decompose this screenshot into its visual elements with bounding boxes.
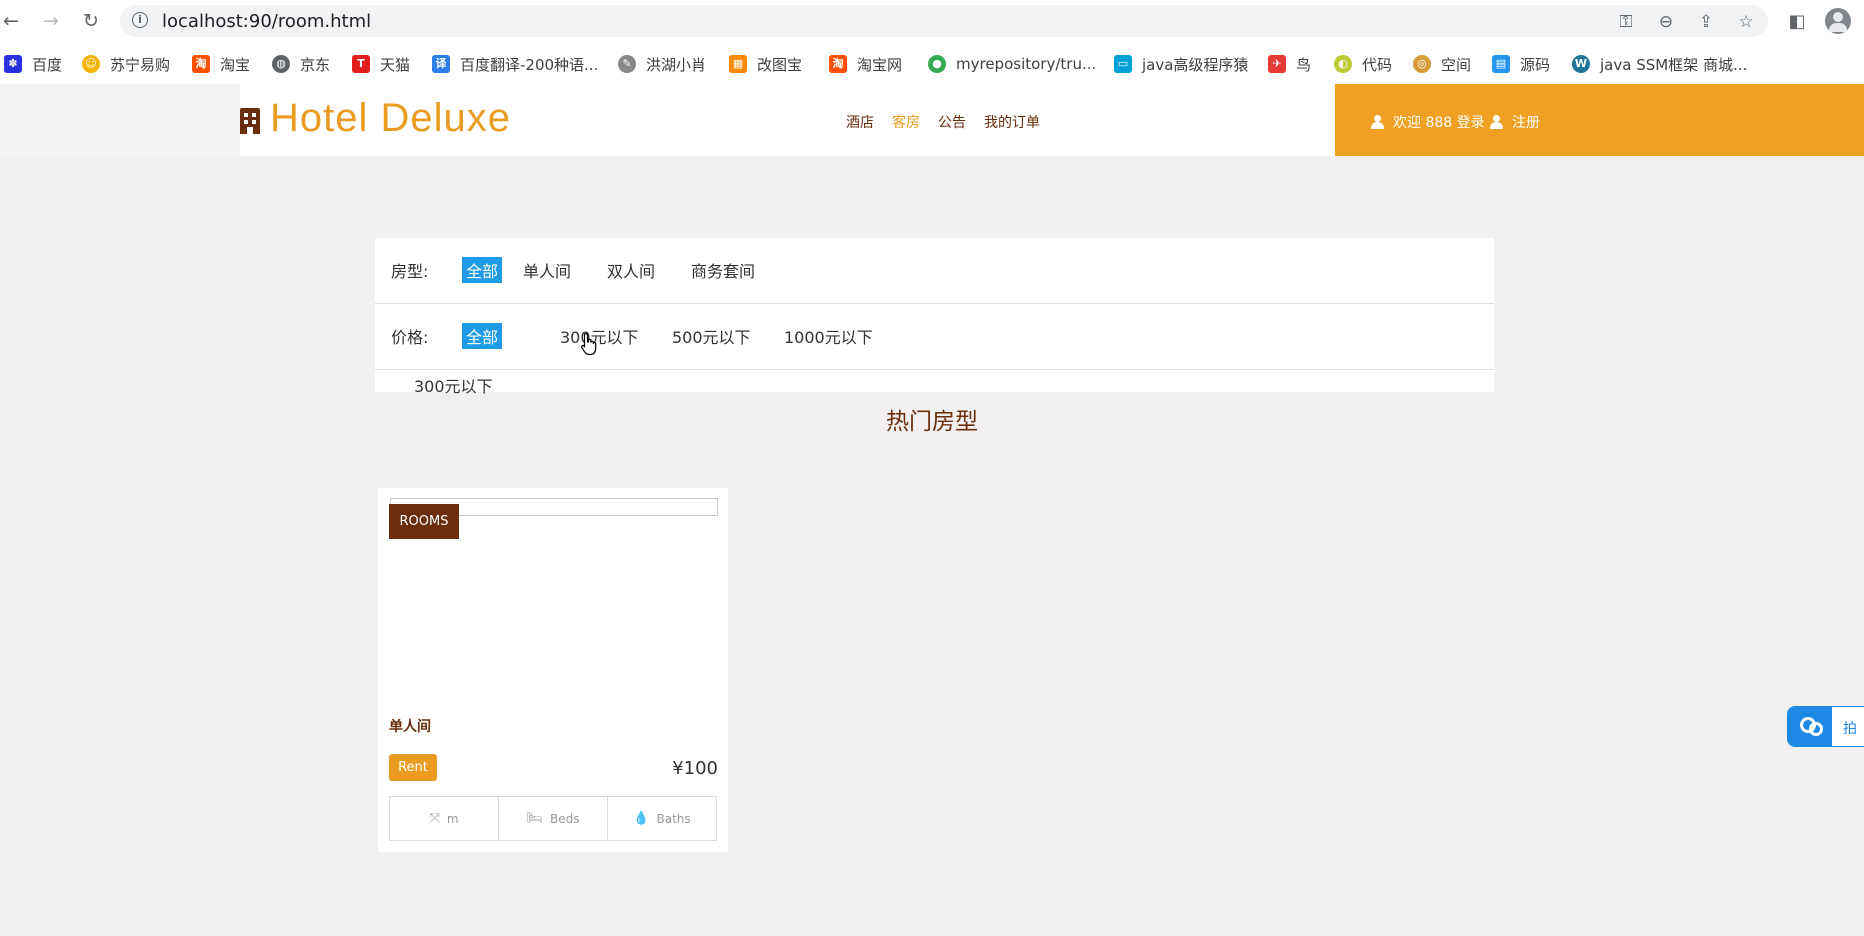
user-icon bbox=[1371, 115, 1384, 129]
hummingbird-icon: ✈ bbox=[1268, 55, 1286, 73]
wordpress-icon: W bbox=[1572, 55, 1590, 73]
price-option-300[interactable]: 300元以下 bbox=[560, 324, 639, 348]
star-bookmark-icon[interactable]: ☆ bbox=[1735, 11, 1757, 33]
address-url[interactable]: localhost:90/room.html bbox=[162, 11, 371, 32]
price-filter: 价格: 全部 300元以下 500元以下 1000元以下 bbox=[375, 304, 1494, 370]
taobao-icon: 淘 bbox=[192, 55, 210, 73]
price-option-500[interactable]: 500元以下 bbox=[672, 324, 751, 348]
key-icon[interactable]: ⚿ bbox=[1615, 11, 1637, 33]
bookmark-item[interactable]: Wjava SSM框架 商城... bbox=[1572, 53, 1747, 75]
bird-icon: ✎ bbox=[618, 55, 636, 73]
profile-avatar-icon[interactable] bbox=[1825, 8, 1851, 34]
room-type-option-single[interactable]: 单人间 bbox=[523, 258, 571, 282]
leaf-icon: ◐ bbox=[1334, 55, 1352, 73]
price-option-1000[interactable]: 1000元以下 bbox=[784, 324, 873, 348]
chrome-icon: ● bbox=[928, 55, 946, 73]
rent-button[interactable]: Rent bbox=[389, 754, 437, 781]
suning-lion-icon: ☺ bbox=[82, 55, 100, 73]
bookmark-item[interactable]: ✎ 洪湖小肖 bbox=[618, 53, 706, 75]
bookmark-item[interactable]: ▭ java高级程序猿 bbox=[1114, 53, 1248, 75]
bookmark-item[interactable]: ◍ 京东 bbox=[272, 53, 330, 75]
floating-side-widget[interactable]: 拍 bbox=[1787, 706, 1864, 747]
reload-icon[interactable]: ↻ bbox=[80, 10, 102, 32]
filter-result: 300元以下 bbox=[375, 370, 1494, 396]
room-type-label: 房型: bbox=[391, 262, 429, 281]
nav-notice[interactable]: 公告 bbox=[938, 112, 966, 132]
bed-icon: 🛏 bbox=[526, 811, 544, 826]
meta-area: ⤧ m bbox=[390, 797, 499, 840]
baidu-paw-icon: ✽ bbox=[4, 55, 22, 73]
bookmark-item[interactable]: ◎ 空间 bbox=[1413, 53, 1471, 75]
side-widget-text: 拍 bbox=[1843, 721, 1857, 737]
section-title: 热门房型 bbox=[886, 409, 978, 435]
space-icon: ◎ bbox=[1413, 55, 1431, 73]
header-left-spacer bbox=[0, 84, 240, 156]
translate-icon: 译 bbox=[432, 55, 450, 73]
nav-hotel[interactable]: 酒店 bbox=[846, 112, 874, 132]
bookmark-item[interactable]: ▤ 源码 bbox=[1492, 53, 1550, 75]
main-nav: 酒店 客房 公告 我的订单 bbox=[846, 112, 1058, 132]
bookmarks-bar: ✽ 百度 ☺ 苏宁易购 淘淘宝 ◍ 京东 T 天猫 译百度翻译-200种语... ✎ 洪湖… bbox=[0, 43, 1864, 85]
hand-pointer-icon bbox=[580, 332, 597, 356]
back-arrow-icon[interactable]: ← bbox=[0, 10, 22, 32]
bookmark-item[interactable]: T 天猫 bbox=[352, 53, 410, 75]
room-price: ¥100 bbox=[672, 758, 718, 779]
bookmark-item[interactable]: ◐ 代码 bbox=[1334, 53, 1392, 75]
room-name[interactable]: 单人间 bbox=[389, 716, 431, 736]
nav-my-orders[interactable]: 我的订单 bbox=[984, 112, 1040, 132]
user-icon bbox=[1490, 115, 1503, 129]
room-type-option-double[interactable]: 双人间 bbox=[607, 258, 655, 282]
bilibili-icon: ▭ bbox=[1114, 55, 1132, 73]
share-icon[interactable]: ⇪ bbox=[1695, 11, 1717, 33]
room-type-option-suite[interactable]: 商务套间 bbox=[691, 258, 755, 282]
address-bar[interactable]: i localhost:90/room.html ⚿ ⊖ ⇪ ☆ bbox=[120, 5, 1768, 37]
baidu-netdisk-icon bbox=[1788, 707, 1832, 746]
site-info-icon[interactable]: i bbox=[132, 12, 148, 28]
rooms-tag: ROOMS bbox=[389, 504, 459, 539]
register-link[interactable]: 注册 bbox=[1490, 112, 1540, 132]
browser-toolbar: ← → ↻ i localhost:90/room.html ⚿ ⊖ ⇪ ☆ ◧ bbox=[0, 0, 1864, 43]
site-header: Hotel Deluxe 酒店 客房 公告 我的订单 bbox=[240, 84, 1335, 156]
bookmark-item[interactable]: ☺ 苏宁易购 bbox=[82, 53, 170, 75]
globe-icon: ◍ bbox=[272, 55, 290, 73]
bookmark-item[interactable]: ● myrepository/tru... bbox=[928, 53, 1096, 75]
tmall-icon: T bbox=[352, 55, 370, 73]
user-bar: 欢迎 888 登录 注册 bbox=[1335, 84, 1864, 156]
meta-beds: 🛏 Beds bbox=[499, 797, 608, 840]
room-meta: ⤧ m 🛏 Beds 💧 Baths bbox=[389, 796, 717, 841]
bookmark-item[interactable]: ✽ 百度 bbox=[4, 53, 62, 75]
bookmark-item[interactable]: 淘淘宝网 bbox=[829, 53, 902, 75]
filter-panel: 房型: 全部 单人间 双人间 商务套间 价格: 全部 300元以下 500元以下… bbox=[375, 238, 1494, 396]
docker-icon: ▤ bbox=[1492, 55, 1510, 73]
nav-rooms[interactable]: 客房 bbox=[892, 112, 920, 132]
expand-arrows-icon: ⤧ bbox=[429, 811, 440, 826]
forward-arrow-icon[interactable]: → bbox=[40, 10, 62, 32]
bookmark-item[interactable]: ▦ 改图宝 bbox=[729, 53, 802, 75]
price-option-all[interactable]: 全部 bbox=[462, 323, 503, 349]
price-label: 价格: bbox=[391, 328, 429, 347]
room-type-option-all[interactable]: 全部 bbox=[462, 257, 503, 283]
meta-baths: 💧 Baths bbox=[633, 811, 691, 826]
gaitubao-icon: ▦ bbox=[729, 55, 747, 73]
room-card: ROOMS 单人间 Rent ¥100 ⤧ m 🛏 Beds 💧 Baths bbox=[378, 488, 728, 852]
filter-result-text: 300元以下 bbox=[414, 377, 493, 396]
bookmark-item[interactable]: 译百度翻译-200种语... bbox=[432, 53, 598, 75]
hotel-building-icon bbox=[240, 108, 260, 134]
bookmark-item[interactable]: 淘淘宝 bbox=[192, 53, 250, 75]
zoom-icon[interactable]: ⊖ bbox=[1655, 11, 1677, 33]
side-panel-icon[interactable]: ◧ bbox=[1785, 10, 1809, 34]
site-logo[interactable]: Hotel Deluxe bbox=[270, 96, 511, 141]
room-type-filter: 房型: 全部 单人间 双人间 商务套间 bbox=[375, 238, 1494, 304]
water-drop-icon: 💧 bbox=[633, 811, 650, 826]
login-link[interactable]: 欢迎 888 登录 bbox=[1371, 112, 1485, 132]
taobao-icon: 淘 bbox=[829, 55, 847, 73]
bookmark-item[interactable]: ✈ 鸟 bbox=[1268, 53, 1311, 75]
